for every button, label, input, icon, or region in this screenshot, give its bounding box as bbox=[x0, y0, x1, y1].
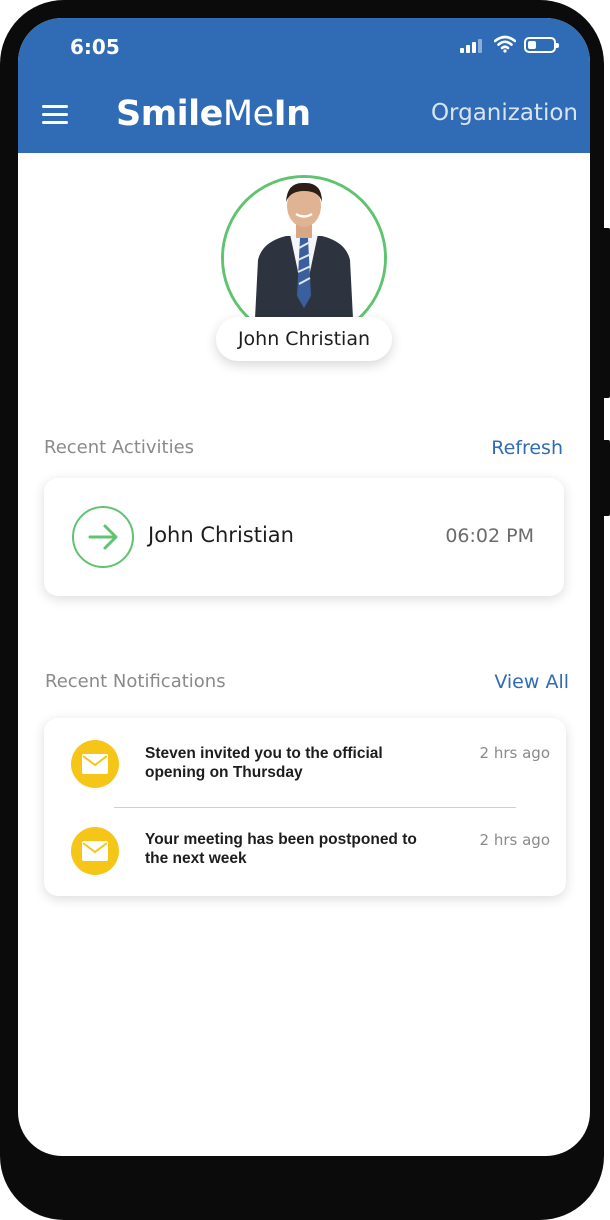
notifications-card: Steven invited you to the official openi… bbox=[44, 718, 566, 896]
activity-time: 06:02 PM bbox=[445, 525, 534, 547]
mail-icon bbox=[71, 827, 119, 875]
recent-activities-title: Recent Activities bbox=[44, 437, 195, 458]
wifi-icon bbox=[494, 35, 516, 53]
activity-user-name: John Christian bbox=[148, 523, 294, 547]
activity-item[interactable]: John Christian 06:02 PM bbox=[44, 478, 564, 596]
notification-time: 2 hrs ago bbox=[479, 744, 550, 762]
organization-link[interactable]: Organization bbox=[431, 100, 578, 126]
arrow-right-icon bbox=[72, 506, 134, 568]
side-button bbox=[602, 228, 610, 398]
refresh-button[interactable]: Refresh bbox=[491, 437, 563, 459]
view-all-button[interactable]: View All bbox=[494, 671, 569, 693]
user-photo bbox=[224, 178, 384, 338]
notification-time: 2 hrs ago bbox=[479, 831, 550, 849]
side-button bbox=[602, 440, 610, 516]
profile-name: John Christian bbox=[216, 317, 392, 361]
battery-icon bbox=[524, 37, 559, 53]
hamburger-menu-icon[interactable] bbox=[42, 105, 70, 125]
mail-icon bbox=[71, 740, 119, 788]
app-header: 6:05 SmileMeIn Organization bbox=[18, 18, 590, 153]
app-logo: SmileMeIn bbox=[116, 94, 311, 134]
app-screen: 6:05 SmileMeIn Organization John Christi… bbox=[18, 18, 590, 1156]
recent-notifications-title: Recent Notifications bbox=[45, 671, 226, 692]
status-time: 6:05 bbox=[70, 35, 120, 59]
divider bbox=[114, 807, 516, 808]
notification-text: Steven invited you to the official openi… bbox=[145, 745, 383, 781]
cellular-signal-icon bbox=[460, 38, 486, 53]
notification-text: Your meeting has been postponed to the n… bbox=[145, 831, 417, 867]
